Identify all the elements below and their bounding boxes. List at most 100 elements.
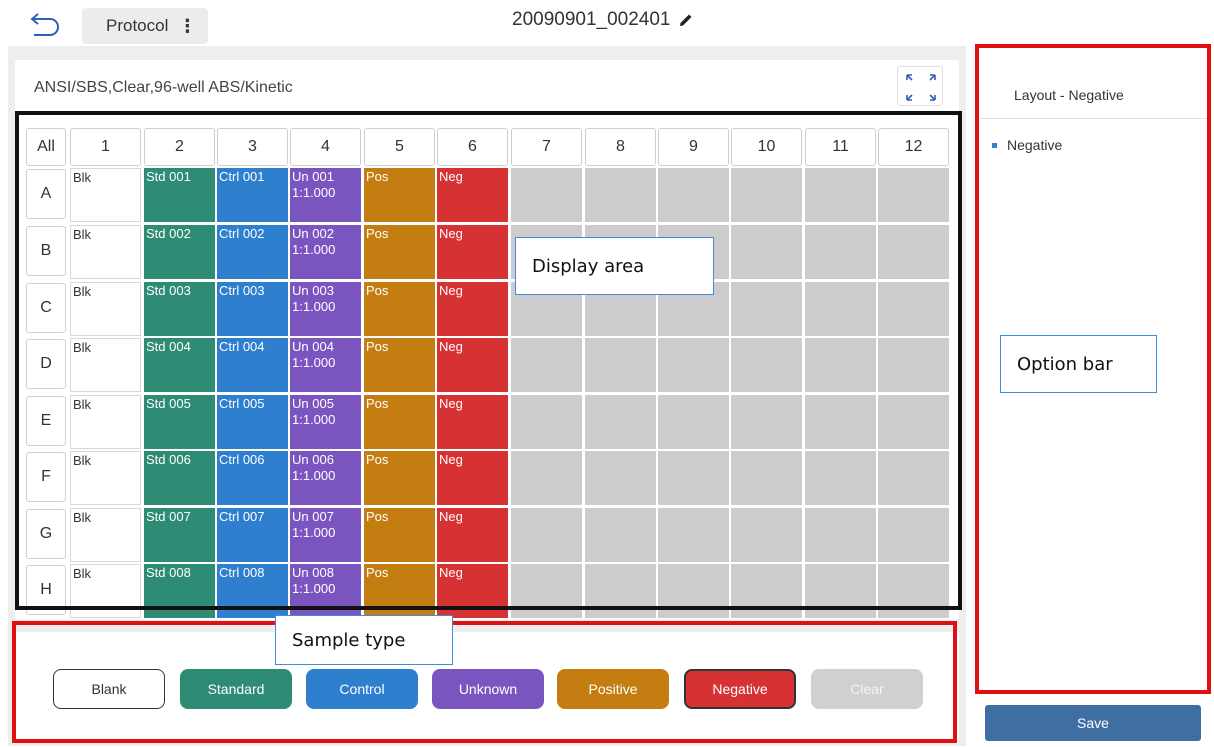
- well-B1[interactable]: Blk: [70, 225, 141, 279]
- well-A2[interactable]: Std 001: [144, 168, 215, 222]
- column-header-10[interactable]: 10: [731, 128, 802, 166]
- well-G10[interactable]: [731, 508, 802, 562]
- well-A10[interactable]: [731, 168, 802, 222]
- column-header-1[interactable]: 1: [70, 128, 141, 166]
- unknown-type-button[interactable]: Unknown: [432, 669, 544, 709]
- well-F12[interactable]: [878, 451, 949, 505]
- well-A12[interactable]: [878, 168, 949, 222]
- well-F8[interactable]: [585, 451, 656, 505]
- well-D1[interactable]: Blk: [70, 338, 141, 392]
- all-wells-button[interactable]: All: [26, 128, 66, 166]
- well-E3[interactable]: Ctrl 005: [217, 395, 288, 449]
- row-header-H[interactable]: H: [26, 565, 66, 615]
- negative-type-button[interactable]: Negative: [684, 669, 796, 709]
- well-A6[interactable]: Neg: [437, 168, 508, 222]
- well-B10[interactable]: [731, 225, 802, 279]
- row-header-D[interactable]: D: [26, 339, 66, 389]
- well-F6[interactable]: Neg: [437, 451, 508, 505]
- well-B4[interactable]: Un 002 1:1.000: [290, 225, 361, 279]
- well-G1[interactable]: Blk: [70, 508, 141, 562]
- control-type-button[interactable]: Control: [306, 669, 418, 709]
- well-H6[interactable]: Neg: [437, 564, 508, 618]
- well-C1[interactable]: Blk: [70, 282, 141, 336]
- well-C6[interactable]: Neg: [437, 282, 508, 336]
- column-header-9[interactable]: 9: [658, 128, 729, 166]
- column-header-7[interactable]: 7: [511, 128, 582, 166]
- column-header-4[interactable]: 4: [290, 128, 361, 166]
- option-item-negative[interactable]: Negative: [992, 137, 1062, 153]
- well-H4[interactable]: Un 008 1:1.000: [290, 564, 361, 618]
- well-E5[interactable]: Pos: [364, 395, 435, 449]
- well-B12[interactable]: [878, 225, 949, 279]
- well-A7[interactable]: [511, 168, 582, 222]
- well-D4[interactable]: Un 004 1:1.000: [290, 338, 361, 392]
- well-A5[interactable]: Pos: [364, 168, 435, 222]
- save-button[interactable]: Save: [985, 705, 1201, 741]
- well-H9[interactable]: [658, 564, 729, 618]
- well-H2[interactable]: Std 008: [144, 564, 215, 618]
- standard-type-button[interactable]: Standard: [180, 669, 292, 709]
- well-A9[interactable]: [658, 168, 729, 222]
- row-header-E[interactable]: E: [26, 396, 66, 446]
- well-F9[interactable]: [658, 451, 729, 505]
- column-header-12[interactable]: 12: [878, 128, 949, 166]
- well-E8[interactable]: [585, 395, 656, 449]
- well-D10[interactable]: [731, 338, 802, 392]
- well-E12[interactable]: [878, 395, 949, 449]
- well-G4[interactable]: Un 007 1:1.000: [290, 508, 361, 562]
- row-header-C[interactable]: C: [26, 283, 66, 333]
- well-A4[interactable]: Un 001 1:1.000: [290, 168, 361, 222]
- well-D6[interactable]: Neg: [437, 338, 508, 392]
- well-H3[interactable]: Ctrl 008: [217, 564, 288, 618]
- well-H7[interactable]: [511, 564, 582, 618]
- well-D5[interactable]: Pos: [364, 338, 435, 392]
- well-F5[interactable]: Pos: [364, 451, 435, 505]
- well-E2[interactable]: Std 005: [144, 395, 215, 449]
- well-C11[interactable]: [805, 282, 876, 336]
- column-header-2[interactable]: 2: [144, 128, 215, 166]
- well-E4[interactable]: Un 005 1:1.000: [290, 395, 361, 449]
- well-B11[interactable]: [805, 225, 876, 279]
- column-header-5[interactable]: 5: [364, 128, 435, 166]
- well-A3[interactable]: Ctrl 001: [217, 168, 288, 222]
- well-G5[interactable]: Pos: [364, 508, 435, 562]
- well-F4[interactable]: Un 006 1:1.000: [290, 451, 361, 505]
- well-C3[interactable]: Ctrl 003: [217, 282, 288, 336]
- row-header-F[interactable]: F: [26, 452, 66, 502]
- clear-type-button[interactable]: Clear: [811, 669, 923, 709]
- well-F1[interactable]: Blk: [70, 451, 141, 505]
- well-E7[interactable]: [511, 395, 582, 449]
- well-C12[interactable]: [878, 282, 949, 336]
- pencil-icon[interactable]: [677, 11, 695, 29]
- well-B6[interactable]: Neg: [437, 225, 508, 279]
- row-header-G[interactable]: G: [26, 509, 66, 559]
- well-F2[interactable]: Std 006: [144, 451, 215, 505]
- well-C2[interactable]: Std 003: [144, 282, 215, 336]
- row-header-A[interactable]: A: [26, 169, 66, 219]
- well-G8[interactable]: [585, 508, 656, 562]
- well-G7[interactable]: [511, 508, 582, 562]
- well-G11[interactable]: [805, 508, 876, 562]
- well-C4[interactable]: Un 003 1:1.000: [290, 282, 361, 336]
- well-C5[interactable]: Pos: [364, 282, 435, 336]
- well-E11[interactable]: [805, 395, 876, 449]
- well-G9[interactable]: [658, 508, 729, 562]
- column-header-11[interactable]: 11: [805, 128, 876, 166]
- well-H10[interactable]: [731, 564, 802, 618]
- well-F11[interactable]: [805, 451, 876, 505]
- well-H8[interactable]: [585, 564, 656, 618]
- well-B5[interactable]: Pos: [364, 225, 435, 279]
- blank-type-button[interactable]: Blank: [53, 669, 165, 709]
- column-header-6[interactable]: 6: [437, 128, 508, 166]
- well-F7[interactable]: [511, 451, 582, 505]
- row-header-B[interactable]: B: [26, 226, 66, 276]
- positive-type-button[interactable]: Positive: [557, 669, 669, 709]
- back-button[interactable]: [28, 8, 64, 40]
- well-A8[interactable]: [585, 168, 656, 222]
- well-H5[interactable]: Pos: [364, 564, 435, 618]
- well-G3[interactable]: Ctrl 007: [217, 508, 288, 562]
- protocol-button[interactable]: Protocol ⋮: [82, 8, 208, 44]
- well-D12[interactable]: [878, 338, 949, 392]
- well-F3[interactable]: Ctrl 006: [217, 451, 288, 505]
- well-D8[interactable]: [585, 338, 656, 392]
